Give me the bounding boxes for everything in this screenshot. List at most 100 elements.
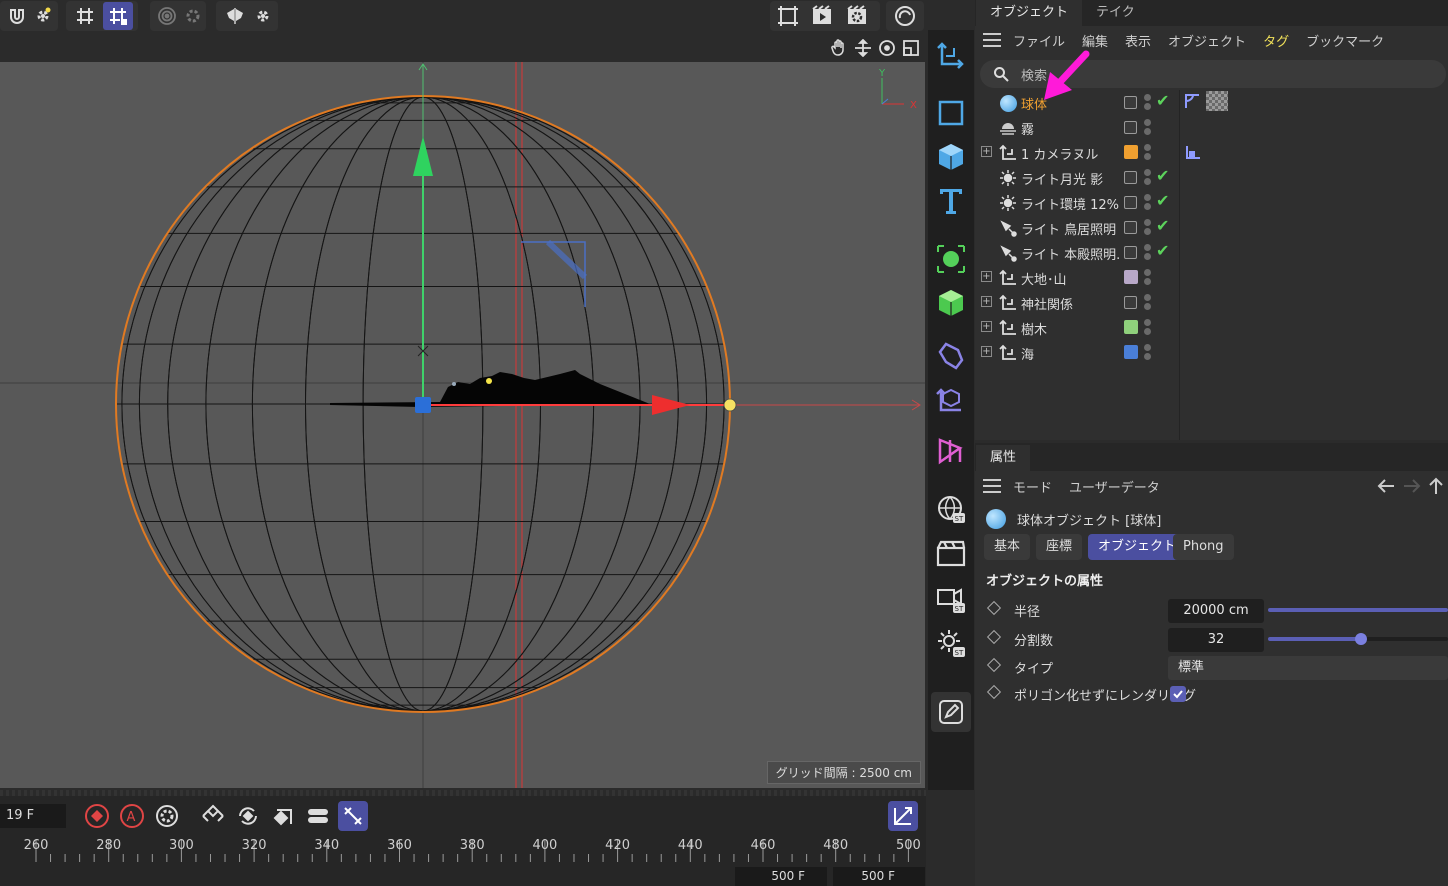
object-row[interactable]: + 樹木 bbox=[976, 315, 1448, 340]
camera-st-icon[interactable]: ST bbox=[934, 582, 968, 616]
keyframe-diamond-icon[interactable] bbox=[986, 629, 1002, 645]
enabled-check-icon[interactable]: ✔ bbox=[1156, 216, 1169, 235]
menu-view[interactable]: 表示 bbox=[1125, 31, 1151, 50]
material-tag-icon[interactable] bbox=[1206, 91, 1228, 111]
keyframe-rotate-icon[interactable] bbox=[233, 801, 263, 831]
nav-back-icon[interactable] bbox=[1376, 477, 1396, 495]
segments-slider[interactable] bbox=[1268, 633, 1448, 645]
maximize-view-icon[interactable] bbox=[901, 38, 921, 58]
render-region-icon[interactable] bbox=[773, 2, 803, 30]
keyframe-pla-icon[interactable] bbox=[338, 801, 368, 831]
nav-up-icon[interactable] bbox=[1426, 477, 1446, 495]
scene-clapper-icon[interactable] bbox=[934, 536, 968, 570]
null-tool-icon[interactable] bbox=[934, 38, 968, 72]
current-frame-field[interactable]: 19 F bbox=[0, 804, 66, 828]
layer-color-swatch[interactable] bbox=[1124, 320, 1138, 334]
visibility-dots-icon[interactable] bbox=[1144, 94, 1152, 112]
layer-color-swatch[interactable] bbox=[1124, 345, 1138, 359]
expand-toggle-icon[interactable]: + bbox=[981, 146, 992, 157]
light-st-icon[interactable]: ST bbox=[934, 626, 968, 660]
phong-tag-icon[interactable] bbox=[1184, 92, 1202, 110]
object-row[interactable]: 霧 bbox=[976, 115, 1448, 140]
keyframe-diamond-icon[interactable] bbox=[986, 684, 1002, 700]
visibility-dots-icon[interactable] bbox=[1144, 269, 1152, 287]
keyframe-param-icon[interactable] bbox=[303, 801, 333, 831]
field-tool-icon[interactable] bbox=[934, 434, 968, 468]
enabled-check-icon[interactable]: ✔ bbox=[1156, 241, 1169, 260]
keyframe-settings-icon[interactable] bbox=[152, 801, 182, 831]
layout-icon[interactable] bbox=[890, 2, 920, 30]
expand-toggle-icon[interactable]: + bbox=[981, 271, 992, 282]
visibility-dots-icon[interactable] bbox=[1144, 119, 1152, 137]
render-view-icon[interactable] bbox=[807, 2, 837, 30]
tab-objects[interactable]: オブジェクト bbox=[976, 0, 1083, 26]
keyframe-diamond-icon[interactable] bbox=[986, 600, 1002, 616]
rotate-view-icon[interactable] bbox=[877, 38, 897, 58]
layer-color-swatch[interactable] bbox=[1124, 145, 1138, 159]
tab-basic[interactable]: 基本 bbox=[984, 534, 1031, 560]
keyframe-scale-icon[interactable] bbox=[268, 801, 298, 831]
editor-visibility-icon[interactable] bbox=[1124, 121, 1137, 134]
menu-userdata[interactable]: ユーザーデータ bbox=[1069, 477, 1160, 496]
menu-object[interactable]: オブジェクト bbox=[1168, 31, 1246, 50]
segments-slider-knob[interactable] bbox=[1354, 633, 1367, 645]
keyframe-move-icon[interactable] bbox=[198, 801, 228, 831]
keyframe-diamond-icon[interactable] bbox=[986, 657, 1002, 673]
3d-viewport[interactable]: Y X グリッド間隔 : 2500 cm bbox=[0, 62, 925, 788]
visibility-dots-icon[interactable] bbox=[1144, 169, 1152, 187]
visibility-dots-icon[interactable] bbox=[1144, 194, 1152, 212]
object-row[interactable]: +1 カメラヌル bbox=[976, 140, 1448, 165]
menu-file[interactable]: ファイル bbox=[1013, 31, 1065, 50]
menu-tag[interactable]: タグ bbox=[1263, 31, 1289, 50]
tab-phong[interactable]: Phong bbox=[1173, 534, 1234, 560]
editor-visibility-icon[interactable] bbox=[1124, 171, 1137, 184]
radius-field[interactable] bbox=[1168, 599, 1264, 623]
object-row[interactable]: ライト 鳥居照明 ✔ bbox=[976, 215, 1448, 240]
visibility-dots-icon[interactable] bbox=[1144, 294, 1152, 312]
layer-color-swatch[interactable] bbox=[1124, 270, 1138, 284]
render-perfect-checkbox[interactable] bbox=[1170, 686, 1186, 702]
visibility-dots-icon[interactable] bbox=[1144, 219, 1152, 237]
grid-icon[interactable] bbox=[70, 2, 100, 30]
record-keyframe-icon[interactable] bbox=[82, 801, 112, 831]
deformer-tool-icon[interactable] bbox=[934, 338, 968, 372]
object-row[interactable]: ライト 本殿照明. ✔ bbox=[976, 240, 1448, 265]
tab-attributes[interactable]: 属性 bbox=[976, 445, 1031, 471]
environment-st-icon[interactable]: ST bbox=[934, 492, 968, 526]
visibility-dots-icon[interactable] bbox=[1144, 244, 1152, 262]
symmetry-icon[interactable] bbox=[220, 2, 250, 30]
segments-field[interactable] bbox=[1168, 628, 1264, 652]
object-row[interactable]: ライト環境 12% ✔ bbox=[976, 190, 1448, 215]
visibility-dots-icon[interactable] bbox=[1144, 344, 1152, 362]
enabled-check-icon[interactable]: ✔ bbox=[1156, 191, 1169, 210]
text-tool-icon[interactable] bbox=[934, 184, 968, 218]
nav-forward-icon[interactable] bbox=[1402, 477, 1422, 495]
move-view-icon[interactable] bbox=[853, 38, 873, 58]
enabled-check-icon[interactable]: ✔ bbox=[1156, 91, 1169, 110]
green-cube-tool-icon[interactable] bbox=[934, 286, 968, 320]
settings-gear-icon[interactable] bbox=[28, 2, 58, 30]
cube-tool-icon[interactable] bbox=[934, 140, 968, 174]
hamburger-menu-icon[interactable] bbox=[982, 31, 1002, 49]
visibility-dots-icon[interactable] bbox=[1144, 319, 1152, 337]
object-row[interactable]: + 大地･山 bbox=[976, 265, 1448, 290]
tab-coord[interactable]: 座標 bbox=[1036, 534, 1083, 560]
rectangle-tool-icon[interactable] bbox=[934, 96, 968, 130]
symmetry-settings-icon[interactable] bbox=[248, 2, 278, 30]
render-settings-icon[interactable] bbox=[842, 2, 872, 30]
visibility-dots-icon[interactable] bbox=[1144, 144, 1152, 162]
cloner-tool-icon[interactable] bbox=[934, 384, 968, 418]
menu-bookmark[interactable]: ブックマーク bbox=[1306, 31, 1384, 50]
enabled-check-icon[interactable]: ✔ bbox=[1156, 166, 1169, 185]
menu-mode[interactable]: モード bbox=[1013, 477, 1052, 496]
attributes-hamburger-icon[interactable] bbox=[982, 477, 1002, 495]
object-row[interactable]: + 海 bbox=[976, 340, 1448, 365]
solo-settings-icon[interactable] bbox=[178, 2, 208, 30]
editor-visibility-icon[interactable] bbox=[1124, 96, 1137, 109]
expand-toggle-icon[interactable]: + bbox=[981, 296, 992, 307]
autokey-icon[interactable]: A bbox=[117, 801, 147, 831]
object-row[interactable]: + 神社関係 bbox=[976, 290, 1448, 315]
pan-hand-icon[interactable] bbox=[829, 38, 849, 58]
timeline-view-icon[interactable] bbox=[888, 801, 918, 831]
radius-slider[interactable] bbox=[1268, 608, 1448, 612]
